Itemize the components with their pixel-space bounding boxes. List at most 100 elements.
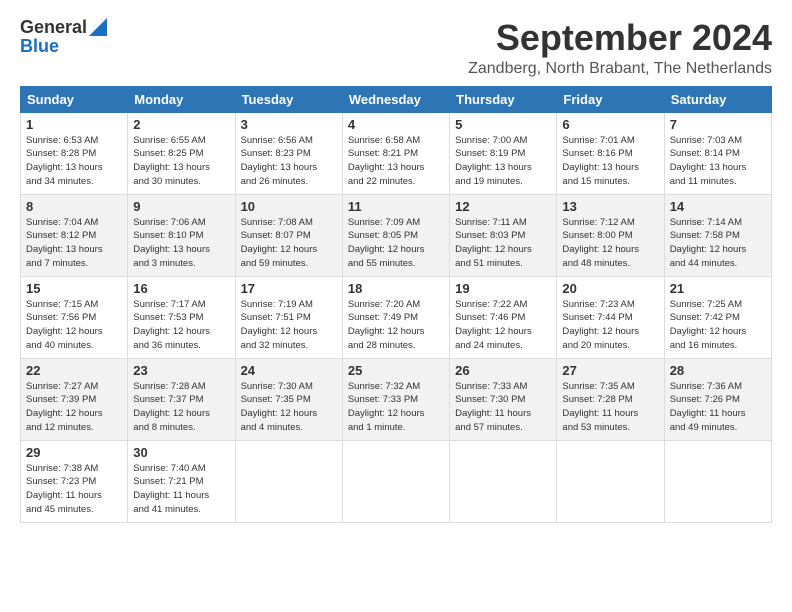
table-row: [235, 440, 342, 522]
table-row: [342, 440, 449, 522]
day-number: 1: [26, 117, 122, 132]
day-number: 18: [348, 281, 444, 296]
day-info: Sunrise: 7:33 AM Sunset: 7:30 PM Dayligh…: [455, 380, 551, 435]
table-row: 28Sunrise: 7:36 AM Sunset: 7:26 PM Dayli…: [664, 358, 771, 440]
table-row: 29 Sunrise: 7:38 AM Sunset: 7:23 PM Dayli…: [21, 440, 128, 522]
col-tuesday: Tuesday: [235, 86, 342, 112]
day-number: 6: [562, 117, 658, 132]
day-info: Sunrise: 6:53 AM Sunset: 8:28 PM Dayligh…: [26, 134, 122, 189]
day-number: 9: [133, 199, 229, 214]
table-row: [557, 440, 664, 522]
day-number: 12: [455, 199, 551, 214]
page: General Blue September 2024 Zandberg, No…: [0, 0, 792, 533]
col-saturday: Saturday: [664, 86, 771, 112]
table-row: 8 Sunrise: 7:04 AM Sunset: 8:12 PM Daylig…: [21, 194, 128, 276]
col-friday: Friday: [557, 86, 664, 112]
table-row: 19Sunrise: 7:22 AM Sunset: 7:46 PM Dayli…: [450, 276, 557, 358]
col-sunday: Sunday: [21, 86, 128, 112]
table-row: 27 Sunrise: 7:35 AM Sunset: 7:28 PM Dayli…: [557, 358, 664, 440]
table-row: 21 Sunrise: 7:25 AM Sunset: 7:42 PM Dayli…: [664, 276, 771, 358]
logo: General Blue: [20, 18, 107, 57]
table-row: 11 Sunrise: 7:09 AM Sunset: 8:05 PM Dayli…: [342, 194, 449, 276]
day-info: Sunrise: 7:03 AM Sunset: 8:14 PM Dayligh…: [670, 134, 766, 189]
title-area: September 2024 Zandberg, North Brabant, …: [468, 18, 772, 78]
day-info: Sunrise: 7:23 AM Sunset: 7:44 PM Dayligh…: [562, 298, 658, 353]
day-number: 4: [348, 117, 444, 132]
table-row: 14 Sunrise: 7:14 AM Sunset: 7:58 PM Dayli…: [664, 194, 771, 276]
col-wednesday: Wednesday: [342, 86, 449, 112]
day-info: Sunrise: 6:55 AM Sunset: 8:25 PM Dayligh…: [133, 134, 229, 189]
calendar-week-row: 15Sunrise: 7:15 AM Sunset: 7:56 PM Dayli…: [21, 276, 772, 358]
day-info: Sunrise: 7:00 AM Sunset: 8:19 PM Dayligh…: [455, 134, 551, 189]
col-thursday: Thursday: [450, 86, 557, 112]
location-title: Zandberg, North Brabant, The Netherlands: [468, 60, 772, 78]
day-number: 23: [133, 363, 229, 378]
day-number: 10: [241, 199, 337, 214]
day-info: Sunrise: 7:25 AM Sunset: 7:42 PM Dayligh…: [670, 298, 766, 353]
day-info: Sunrise: 7:19 AM Sunset: 7:51 PM Dayligh…: [241, 298, 337, 353]
day-number: 25: [348, 363, 444, 378]
table-row: 22Sunrise: 7:27 AM Sunset: 7:39 PM Dayli…: [21, 358, 128, 440]
logo-text: General: [20, 18, 107, 36]
table-row: 3 Sunrise: 6:56 AM Sunset: 8:23 PM Daylig…: [235, 112, 342, 194]
calendar-table: Sunday Monday Tuesday Wednesday Thursday…: [20, 86, 772, 523]
day-info: Sunrise: 7:30 AM Sunset: 7:35 PM Dayligh…: [241, 380, 337, 435]
table-row: 25 Sunrise: 7:32 AM Sunset: 7:33 PM Dayli…: [342, 358, 449, 440]
day-info: Sunrise: 7:09 AM Sunset: 8:05 PM Dayligh…: [348, 216, 444, 271]
day-info: Sunrise: 7:14 AM Sunset: 7:58 PM Dayligh…: [670, 216, 766, 271]
day-info: Sunrise: 7:32 AM Sunset: 7:33 PM Dayligh…: [348, 380, 444, 435]
table-row: 9 Sunrise: 7:06 AM Sunset: 8:10 PM Daylig…: [128, 194, 235, 276]
day-number: 30: [133, 445, 229, 460]
day-info: Sunrise: 7:04 AM Sunset: 8:12 PM Dayligh…: [26, 216, 122, 271]
day-info: Sunrise: 7:27 AM Sunset: 7:39 PM Dayligh…: [26, 380, 122, 435]
table-row: 16 Sunrise: 7:17 AM Sunset: 7:53 PM Dayli…: [128, 276, 235, 358]
day-number: 7: [670, 117, 766, 132]
day-info: Sunrise: 6:58 AM Sunset: 8:21 PM Dayligh…: [348, 134, 444, 189]
day-number: 27: [562, 363, 658, 378]
table-row: 12Sunrise: 7:11 AM Sunset: 8:03 PM Dayli…: [450, 194, 557, 276]
day-number: 13: [562, 199, 658, 214]
day-number: 14: [670, 199, 766, 214]
calendar-week-row: 1 Sunrise: 6:53 AM Sunset: 8:28 PM Daylig…: [21, 112, 772, 194]
table-row: 10Sunrise: 7:08 AM Sunset: 8:07 PM Dayli…: [235, 194, 342, 276]
day-info: Sunrise: 7:17 AM Sunset: 7:53 PM Dayligh…: [133, 298, 229, 353]
table-row: 6Sunrise: 7:01 AM Sunset: 8:16 PM Daylig…: [557, 112, 664, 194]
day-info: Sunrise: 7:36 AM Sunset: 7:26 PM Dayligh…: [670, 380, 766, 435]
day-number: 2: [133, 117, 229, 132]
table-row: 17Sunrise: 7:19 AM Sunset: 7:51 PM Dayli…: [235, 276, 342, 358]
day-info: Sunrise: 7:20 AM Sunset: 7:49 PM Dayligh…: [348, 298, 444, 353]
day-number: 3: [241, 117, 337, 132]
day-number: 16: [133, 281, 229, 296]
calendar-week-row: 22Sunrise: 7:27 AM Sunset: 7:39 PM Dayli…: [21, 358, 772, 440]
table-row: [450, 440, 557, 522]
day-number: 24: [241, 363, 337, 378]
day-number: 21: [670, 281, 766, 296]
table-row: 30 Sunrise: 7:40 AM Sunset: 7:21 PM Dayli…: [128, 440, 235, 522]
col-monday: Monday: [128, 86, 235, 112]
day-number: 11: [348, 199, 444, 214]
logo-general: General: [20, 18, 87, 36]
day-info: Sunrise: 7:38 AM Sunset: 7:23 PM Dayligh…: [26, 462, 122, 517]
table-row: 23 Sunrise: 7:28 AM Sunset: 7:37 PM Dayli…: [128, 358, 235, 440]
day-number: 19: [455, 281, 551, 296]
table-row: [664, 440, 771, 522]
day-info: Sunrise: 7:40 AM Sunset: 7:21 PM Dayligh…: [133, 462, 229, 517]
day-number: 5: [455, 117, 551, 132]
day-info: Sunrise: 7:28 AM Sunset: 7:37 PM Dayligh…: [133, 380, 229, 435]
logo-blue-text: Blue: [20, 36, 59, 57]
day-number: 20: [562, 281, 658, 296]
table-row: 4 Sunrise: 6:58 AM Sunset: 8:21 PM Daylig…: [342, 112, 449, 194]
table-row: 20 Sunrise: 7:23 AM Sunset: 7:44 PM Dayli…: [557, 276, 664, 358]
day-number: 26: [455, 363, 551, 378]
day-info: Sunrise: 6:56 AM Sunset: 8:23 PM Dayligh…: [241, 134, 337, 189]
month-title: September 2024: [468, 18, 772, 58]
day-info: Sunrise: 7:12 AM Sunset: 8:00 PM Dayligh…: [562, 216, 658, 271]
table-row: 1 Sunrise: 6:53 AM Sunset: 8:28 PM Daylig…: [21, 112, 128, 194]
table-row: 5 Sunrise: 7:00 AM Sunset: 8:19 PM Daylig…: [450, 112, 557, 194]
day-number: 8: [26, 199, 122, 214]
table-row: 24 Sunrise: 7:30 AM Sunset: 7:35 PM Dayli…: [235, 358, 342, 440]
day-info: Sunrise: 7:35 AM Sunset: 7:28 PM Dayligh…: [562, 380, 658, 435]
day-info: Sunrise: 7:15 AM Sunset: 7:56 PM Dayligh…: [26, 298, 122, 353]
day-info: Sunrise: 7:06 AM Sunset: 8:10 PM Dayligh…: [133, 216, 229, 271]
day-number: 29: [26, 445, 122, 460]
